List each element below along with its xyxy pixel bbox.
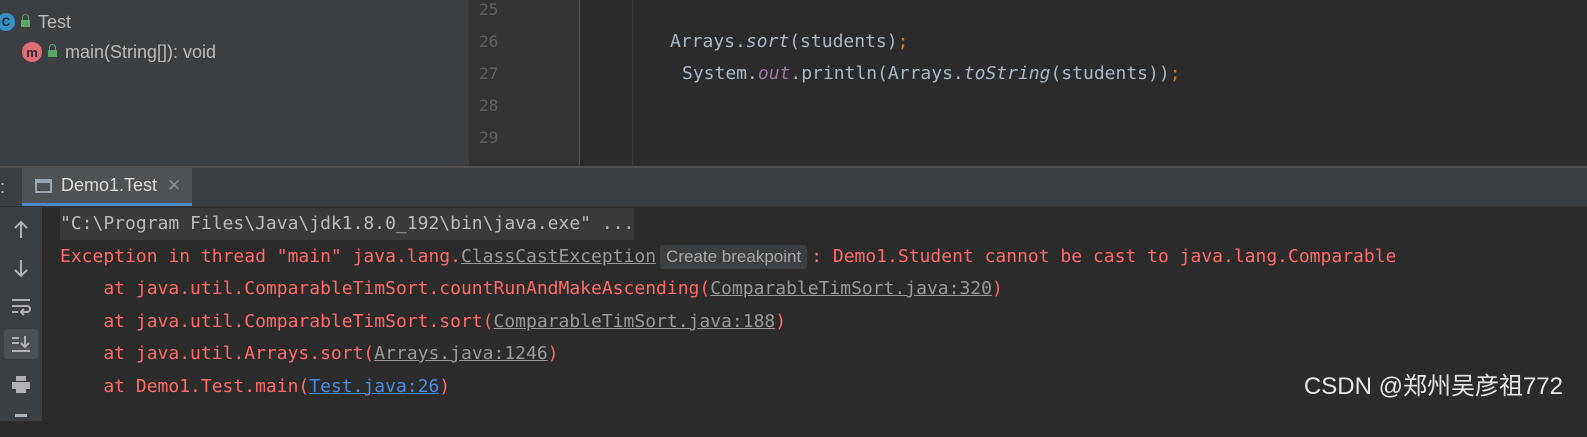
tab-demo1-test[interactable]: Demo1.Test ✕ (22, 168, 192, 206)
stack-frame: at java.util.ComparableTimSort.sort(Comp… (60, 306, 786, 338)
close-icon[interactable]: ✕ (167, 176, 181, 196)
line-number: 29 (479, 128, 499, 147)
code-token: ; (1169, 63, 1181, 84)
code-line-26: Arrays.sort(students); (670, 26, 908, 58)
up-arrow-icon[interactable] (4, 215, 38, 245)
exception-class-link[interactable]: ClassCastException (461, 246, 656, 267)
code-token: Arrays. (670, 31, 746, 52)
down-arrow-icon[interactable] (4, 253, 38, 283)
code-token: (students)) (1050, 63, 1170, 84)
create-breakpoint-hint[interactable]: Create breakpoint (660, 245, 808, 269)
source-link[interactable]: ComparableTimSort.java:320 (710, 278, 992, 299)
indent-guide (632, 0, 633, 166)
source-link[interactable]: ComparableTimSort.java:188 (493, 311, 775, 332)
run-tab-bar: : Demo1.Test ✕ (0, 168, 1587, 207)
exception-prefix: Exception in thread "main" java.lang. (60, 246, 461, 267)
lock-icon (21, 13, 30, 27)
stack-frame-text: ) (439, 376, 451, 397)
console-command-line: "C:\Program Files\Java\jdk1.8.0_192\bin\… (60, 208, 635, 240)
stack-frame-text: at java.util.Arrays.sort( (60, 343, 375, 364)
scroll-to-end-icon[interactable] (4, 329, 38, 359)
code-token: .println(Arrays. (790, 63, 964, 84)
tree-item-main-method[interactable]: m main(String[]): void (22, 38, 216, 66)
structure-panel: C Test m main(String[]): void (0, 0, 469, 166)
stack-frame-text: ) (991, 278, 1003, 299)
stack-frame-text: ) (547, 343, 559, 364)
stack-frame-text: at Demo1.Test.main( (60, 376, 310, 397)
run-toolbar (0, 207, 42, 421)
code-token: sort (745, 31, 790, 52)
tab-label: Demo1.Test (61, 175, 158, 195)
stack-frame-text: at java.util.ComparableTimSort.countRunA… (60, 278, 711, 299)
class-icon: C (0, 13, 15, 31)
stack-frame: at java.util.Arrays.sort(Arrays.java:124… (60, 338, 559, 370)
code-line-27: System.out.println(Arrays.toString(stude… (682, 58, 1181, 90)
lock-icon (48, 43, 57, 57)
watermark: CSDN @郑州吴彦祖772 (1303, 373, 1563, 400)
run-label: : (0, 177, 6, 197)
stack-frame-text: at java.util.ComparableTimSort.sort( (60, 311, 494, 332)
stack-frame: at java.util.ComparableTimSort.countRunA… (60, 273, 1003, 305)
console-icon (35, 178, 52, 193)
tree-item-label: main(String[]): void (65, 41, 217, 62)
code-token: toString (963, 63, 1051, 84)
line-number: 28 (479, 96, 499, 115)
code-editor[interactable]: Arrays.sort(students); System.out.printl… (580, 0, 1587, 166)
tree-item-label: Test (38, 11, 72, 32)
code-token: ; (897, 31, 909, 52)
line-number: 27 (479, 64, 499, 83)
line-number-gutter: 25 26 27 28 29 (469, 0, 580, 166)
line-number: 26 (479, 32, 499, 51)
source-link[interactable]: Arrays.java:1246 (374, 343, 547, 364)
code-token: System. (682, 63, 758, 84)
code-token: out (757, 63, 791, 84)
exception-message: : Demo1.Student cannot be cast to java.l… (811, 246, 1397, 267)
exception-line: Exception in thread "main" java.lang.Cla… (60, 241, 1396, 273)
top-area: C Test m main(String[]): void 25 26 27 2… (0, 0, 1587, 166)
trash-icon[interactable] (4, 407, 38, 437)
soft-wrap-icon[interactable] (4, 291, 38, 321)
method-icon: m (22, 42, 42, 62)
stack-frame: at Demo1.Test.main(Test.java:26) (60, 371, 450, 403)
code-token: (students) (789, 31, 898, 52)
stack-frame-text: ) (775, 311, 787, 332)
line-number: 25 (479, 0, 499, 19)
print-icon[interactable] (4, 369, 38, 399)
tree-item-test-class[interactable]: C Test (0, 8, 71, 36)
source-link[interactable]: Test.java:26 (309, 376, 439, 397)
